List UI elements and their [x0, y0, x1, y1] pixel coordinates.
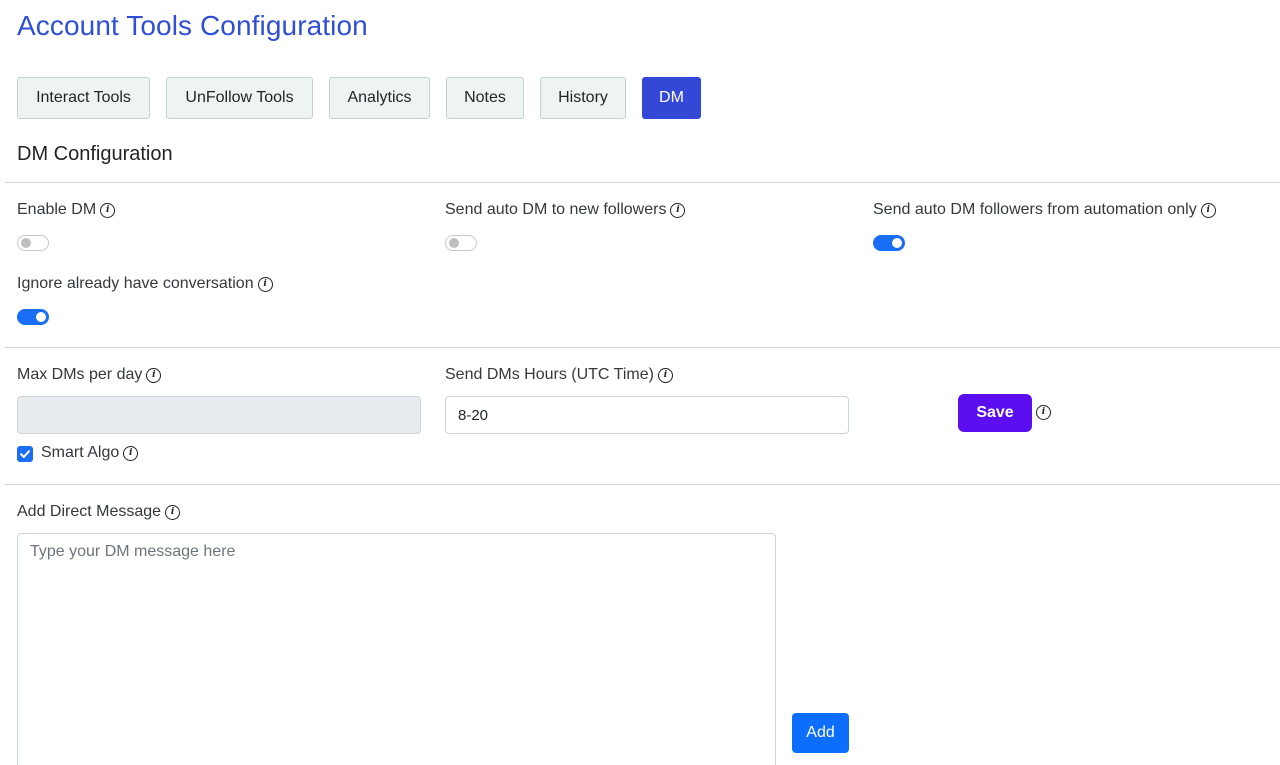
enable-dm-label-text: Enable DM: [17, 201, 97, 218]
page: Account Tools Configuration Interact Too…: [0, 0, 1280, 765]
smart-algo-label-text: Smart Algo: [41, 444, 120, 461]
divider: [5, 484, 1280, 485]
divider: [5, 347, 1280, 348]
send-hours-label: Send DMs Hours (UTC Time) i: [445, 366, 673, 384]
send-hours-label-text: Send DMs Hours (UTC Time): [445, 366, 654, 383]
check-icon: [20, 450, 30, 458]
info-icon[interactable]: i: [1200, 202, 1216, 218]
info-icon[interactable]: i: [100, 202, 116, 218]
info-icon[interactable]: i: [165, 504, 181, 520]
divider: [5, 182, 1280, 183]
info-icon[interactable]: i: [257, 276, 273, 292]
info-icon[interactable]: i: [146, 367, 162, 383]
page-title: Account Tools Configuration: [17, 10, 368, 41]
max-dms-label-text: Max DMs per day: [17, 366, 143, 383]
save-button[interactable]: Save: [958, 394, 1032, 432]
max-dms-input[interactable]: [17, 396, 421, 434]
auto-dm-new-followers-toggle[interactable]: [445, 235, 477, 251]
max-dms-label: Max DMs per day i: [17, 366, 162, 384]
tab-notes[interactable]: Notes: [446, 77, 524, 119]
enable-dm-label: Enable DM i: [17, 201, 116, 219]
auto-dm-new-followers-label: Send auto DM to new followers i: [445, 201, 686, 219]
tab-interact-tools[interactable]: Interact Tools: [17, 77, 150, 119]
smart-algo-label: Smart Algo i: [41, 444, 139, 462]
tab-history[interactable]: History: [540, 77, 626, 119]
add-message-button[interactable]: Add: [792, 713, 849, 753]
auto-dm-new-followers-label-text: Send auto DM to new followers: [445, 201, 667, 218]
info-icon[interactable]: i: [670, 202, 686, 218]
auto-dm-automation-only-label: Send auto DM followers from automation o…: [873, 201, 1216, 219]
tab-analytics[interactable]: Analytics: [329, 77, 430, 119]
tab-unfollow-tools[interactable]: UnFollow Tools: [166, 77, 313, 119]
enable-dm-toggle[interactable]: [17, 235, 49, 251]
info-icon[interactable]: i: [1036, 405, 1051, 420]
add-message-label-text: Add Direct Message: [17, 503, 162, 520]
dm-message-textarea[interactable]: [17, 533, 776, 765]
auto-dm-automation-only-label-text: Send auto DM followers from automation o…: [873, 201, 1197, 218]
info-icon[interactable]: i: [657, 367, 673, 383]
smart-algo-checkbox[interactable]: [17, 446, 33, 462]
ignore-conversation-label: Ignore already have conversation i: [17, 275, 273, 293]
add-message-label: Add Direct Message i: [17, 503, 181, 521]
auto-dm-automation-only-toggle[interactable]: [873, 235, 905, 251]
ignore-conversation-label-text: Ignore already have conversation: [17, 275, 254, 292]
info-icon[interactable]: i: [123, 445, 139, 461]
ignore-conversation-toggle[interactable]: [17, 309, 49, 325]
send-hours-input[interactable]: [445, 396, 849, 434]
tab-dm[interactable]: DM: [642, 77, 701, 119]
section-title: DM Configuration: [17, 143, 173, 165]
